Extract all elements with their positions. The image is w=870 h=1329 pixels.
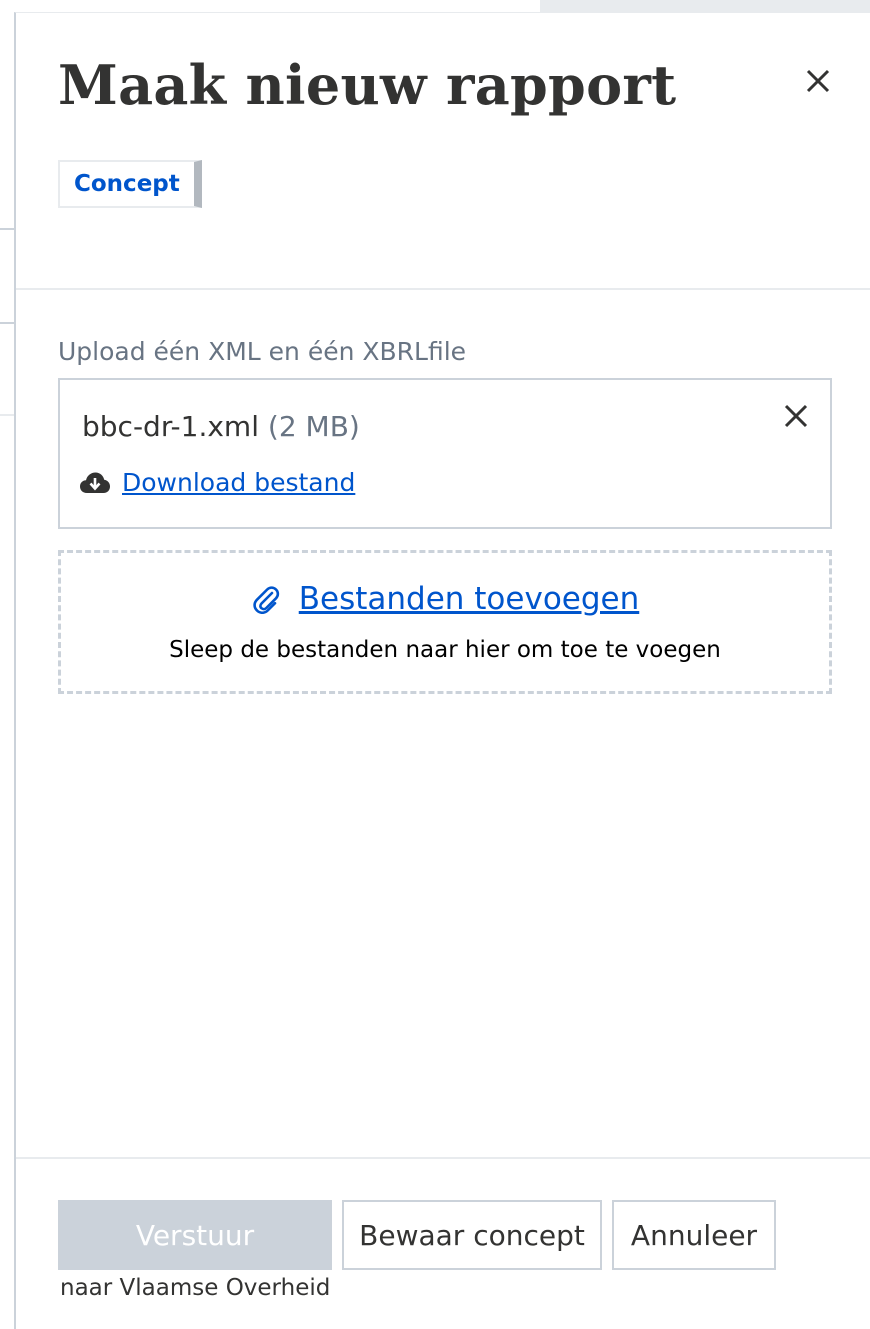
background-page-edge xyxy=(0,0,14,1329)
file-dropzone[interactable]: Bestanden toevoegen Sleep de bestanden n… xyxy=(58,550,832,694)
file-size: (2 MB) xyxy=(267,410,360,443)
background-divider xyxy=(0,228,14,230)
add-files-link[interactable]: Bestanden toevoegen xyxy=(299,581,640,617)
file-name-text: bbc-dr-1.xml xyxy=(82,410,259,443)
file-name: bbc-dr-1.xml (2 MB) xyxy=(82,410,360,443)
add-files-row: Bestanden toevoegen xyxy=(61,581,829,617)
cloud-download-icon xyxy=(80,472,110,493)
remove-file-button[interactable] xyxy=(780,400,812,432)
download-file-row: Download bestand xyxy=(80,468,355,497)
close-icon xyxy=(784,404,808,428)
paperclip-icon xyxy=(253,586,279,614)
save-draft-button[interactable]: Bewaar concept xyxy=(342,1200,602,1270)
status-badge: Concept xyxy=(58,160,202,208)
uploaded-file-card: bbc-dr-1.xml (2 MB) Download bestand xyxy=(58,378,832,529)
cancel-button[interactable]: Annuleer xyxy=(612,1200,776,1270)
close-panel-button[interactable] xyxy=(800,63,836,99)
close-icon xyxy=(806,69,830,93)
dropzone-hint: Sleep de bestanden naar hier om toe te v… xyxy=(169,637,721,663)
upload-label: Upload één XML en één XBRLfile xyxy=(58,337,467,366)
background-header-strip xyxy=(540,0,870,12)
send-button[interactable]: Verstuur xyxy=(58,1200,332,1270)
download-file-link[interactable]: Download bestand xyxy=(122,468,355,497)
panel-title: Maak nieuw rapport xyxy=(58,53,677,117)
background-divider xyxy=(0,322,14,324)
status-badge-label: Concept xyxy=(74,171,180,197)
send-button-note: naar Vlaamse Overheid xyxy=(60,1275,331,1301)
footer-divider xyxy=(16,1157,870,1159)
background-divider xyxy=(0,414,14,416)
header-divider xyxy=(16,288,870,290)
create-report-panel: Maak nieuw rapport Concept Upload één XM… xyxy=(14,12,870,1329)
